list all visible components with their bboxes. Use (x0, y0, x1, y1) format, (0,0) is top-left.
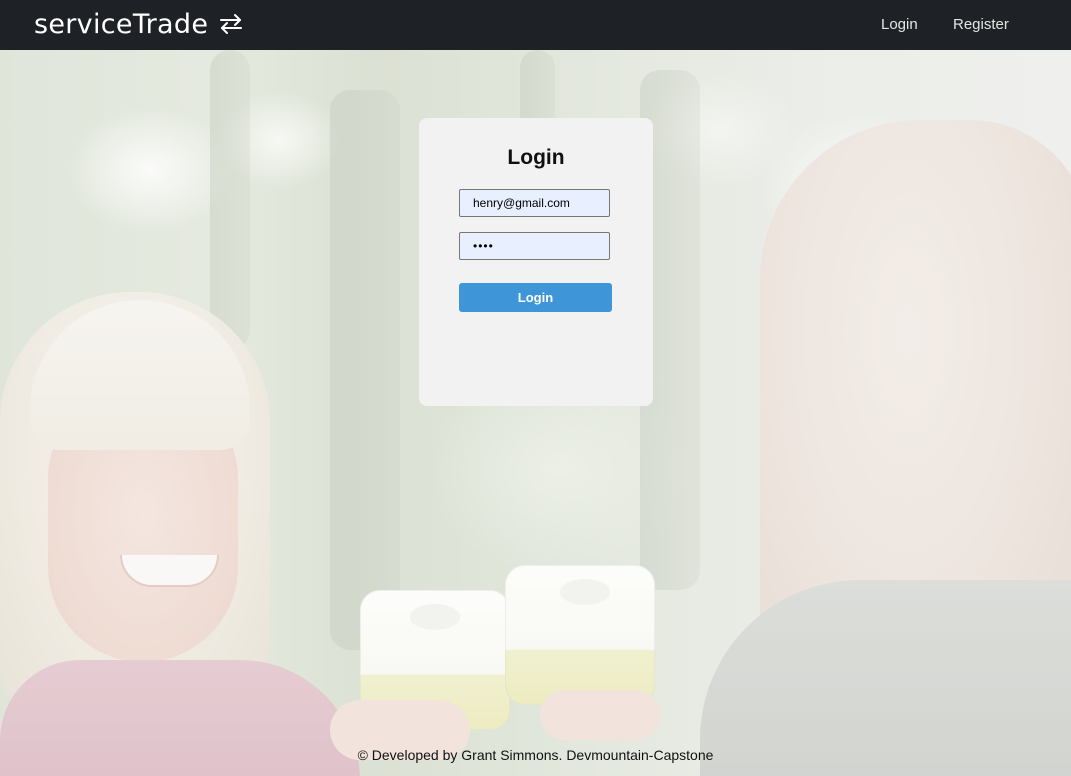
brand-logo[interactable]: serviceTrade (34, 4, 244, 44)
nav-login-link[interactable]: Login (881, 16, 918, 33)
login-title: Login (507, 146, 565, 169)
brand-name: serviceTrade (34, 8, 209, 40)
email-field[interactable] (459, 189, 610, 217)
login-button[interactable]: Login (459, 283, 612, 312)
login-card: Login Login (419, 118, 653, 406)
footer-credit: © Developed by Grant Simmons. Devmountai… (357, 747, 714, 763)
page: serviceTrade Login Register Login Login … (0, 0, 1071, 776)
password-field[interactable] (459, 232, 610, 260)
nav-register-link[interactable]: Register (953, 16, 1009, 33)
swap-arrows-icon (220, 14, 243, 34)
navbar: serviceTrade Login Register (0, 0, 1071, 50)
